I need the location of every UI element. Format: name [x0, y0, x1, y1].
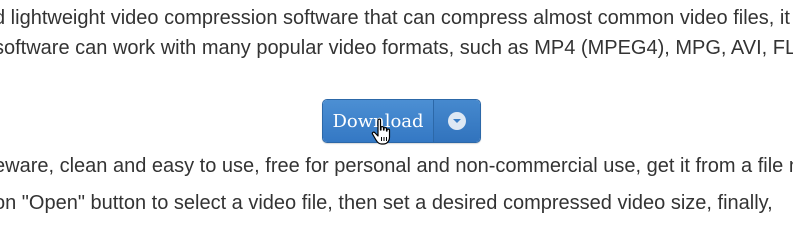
body-text-line-4: on "Open" button to select a video file,… [0, 192, 773, 214]
body-text-line-2: software can work with many popular vide… [0, 37, 793, 59]
chevron-down-icon [448, 112, 466, 130]
download-options-button[interactable] [433, 100, 480, 142]
download-button-group: Download [322, 99, 481, 143]
body-text-line-3: eware, clean and easy to use, free for p… [0, 155, 793, 177]
hand-pointer-icon [371, 118, 391, 145]
body-text-line-1: d lightweight video compression software… [0, 7, 790, 29]
